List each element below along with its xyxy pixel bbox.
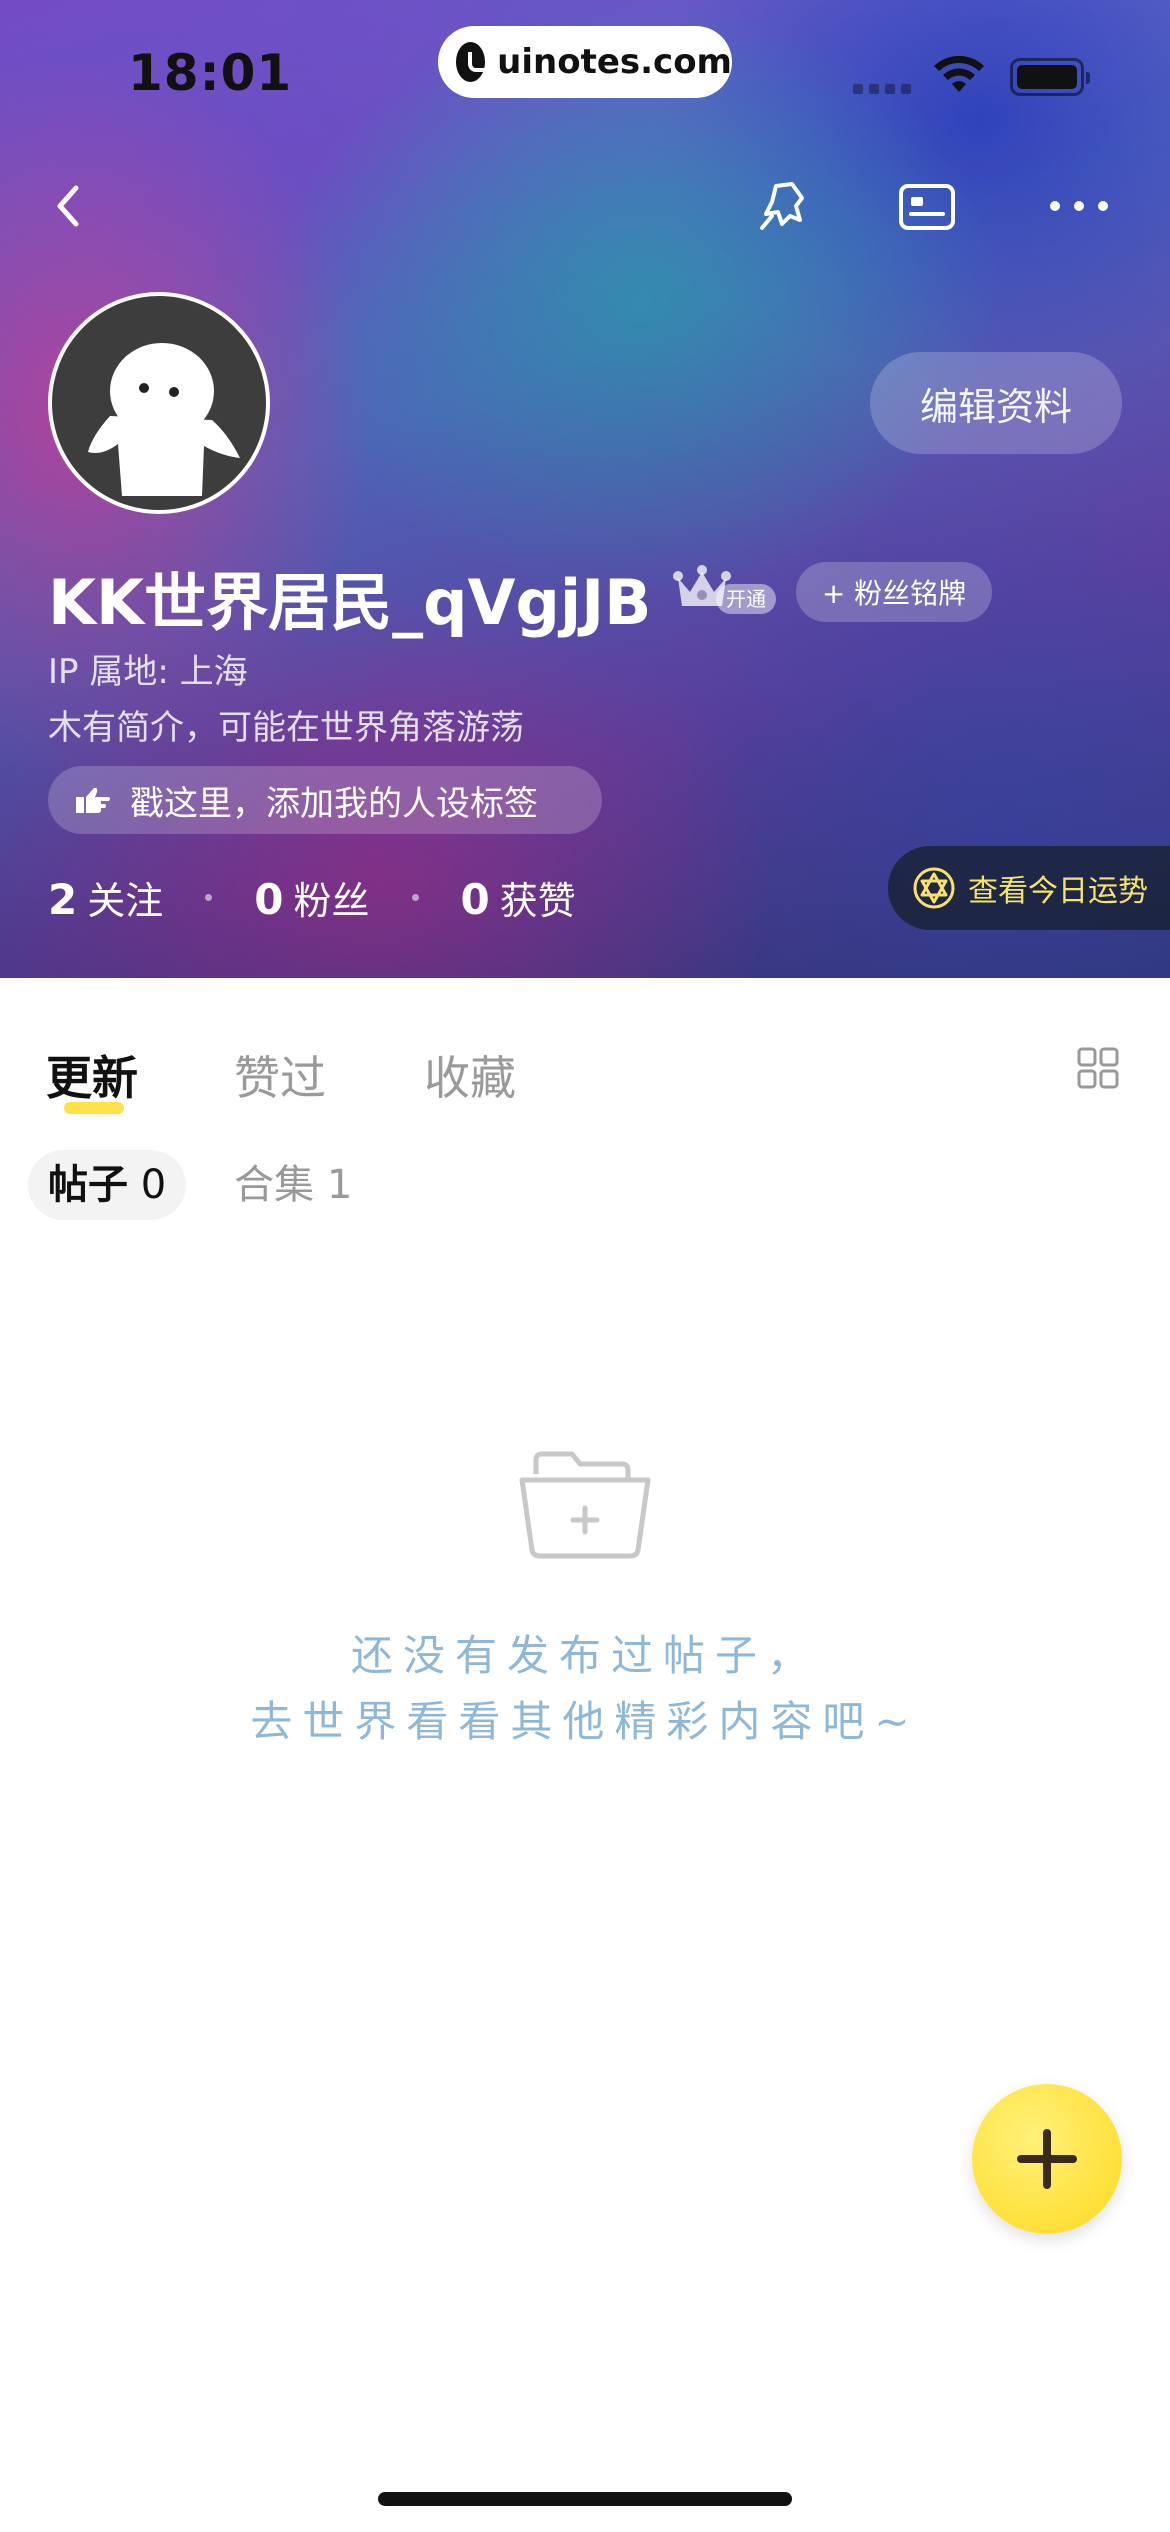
empty-message-line1: 还没有发布过帖子， xyxy=(350,1631,819,1680)
bio: 木有简介，可能在世界角落游荡 xyxy=(48,708,524,748)
daily-fortune-button[interactable]: 查看今日运势 xyxy=(888,846,1170,930)
subtab-count: 1 xyxy=(326,1162,353,1208)
wifi-icon xyxy=(934,56,984,92)
stat-label: 获赞 xyxy=(499,879,576,923)
fan-badge-button[interactable]: + 粉丝铭牌 xyxy=(796,562,992,622)
stat-number: 0 xyxy=(460,875,490,924)
cellular-signal-icon xyxy=(853,84,911,94)
edit-profile-button[interactable]: 编辑资料 xyxy=(870,352,1122,454)
avatar[interactable] xyxy=(48,292,270,514)
subtab-posts[interactable]: 帖子 0 xyxy=(28,1150,187,1220)
pin-icon[interactable] xyxy=(752,176,812,236)
profile-page: 18:01 uinotes.com 编辑资料 KK世界居民_qVgjJB 开通 … xyxy=(0,0,1170,2532)
home-indicator xyxy=(378,2492,792,2506)
stat-label: 关注 xyxy=(87,879,164,923)
grid-view-icon[interactable] xyxy=(1076,1046,1120,1090)
tab-updates[interactable]: 更新 xyxy=(46,1042,138,1108)
username: KK世界居民_qVgjJB xyxy=(48,566,652,639)
vip-crown-badge[interactable]: 开通 xyxy=(672,562,782,618)
subtab-label: 合集 xyxy=(234,1162,315,1208)
profile-header: 18:01 uinotes.com 编辑资料 KK世界居民_qVgjJB 开通 … xyxy=(0,0,1170,978)
subtab-label: 帖子 xyxy=(48,1162,128,1208)
back-button[interactable] xyxy=(42,178,98,234)
add-persona-tag-button[interactable]: 戳这里，添加我的人设标签 xyxy=(48,766,602,834)
pointing-hand-icon xyxy=(76,787,110,813)
stat-likes[interactable]: 0 获赞 xyxy=(461,870,576,925)
stat-number: 0 xyxy=(254,875,284,924)
avatar-character-icon xyxy=(88,343,240,496)
url-pill: uinotes.com xyxy=(438,26,732,98)
ip-location: IP 属地: 上海 xyxy=(48,652,248,692)
tab-liked[interactable]: 赞过 xyxy=(234,1042,326,1108)
empty-message-line2: 去世界看看其他精彩内容吧~ xyxy=(250,1697,920,1746)
stat-following[interactable]: 2 关注 xyxy=(48,870,163,925)
fortune-label: 查看今日运势 xyxy=(968,874,1148,909)
vip-tag: 开通 xyxy=(716,584,776,614)
create-post-button[interactable] xyxy=(972,2084,1122,2234)
uinotes-logo-icon xyxy=(456,42,493,82)
stats-row: 2 关注 0 粉丝 0 获赞 xyxy=(48,870,576,925)
content-tabs: 更新 赞过 收藏 xyxy=(0,1030,1170,1140)
separator-dot xyxy=(205,894,213,901)
folder-plus-icon xyxy=(519,1451,651,1559)
active-tab-indicator xyxy=(64,1102,124,1114)
more-button[interactable] xyxy=(1050,196,1108,216)
id-card-button[interactable] xyxy=(898,182,956,232)
tab-favorites[interactable]: 收藏 xyxy=(424,1042,516,1108)
tag-prompt: 戳这里，添加我的人设标签 xyxy=(130,783,538,824)
stat-followers[interactable]: 0 粉丝 xyxy=(254,870,369,925)
separator-dot xyxy=(411,894,419,901)
battery-icon xyxy=(1010,58,1090,96)
subtab-count: 0 xyxy=(140,1162,167,1208)
subtab-collections[interactable]: 合集 1 xyxy=(234,1150,352,1220)
stat-label: 粉丝 xyxy=(293,879,370,923)
status-time: 18:01 xyxy=(128,44,293,102)
star-of-david-icon xyxy=(913,867,955,909)
sub-tabs: 帖子 0 合集 1 xyxy=(28,1150,352,1220)
url-text: uinotes.com xyxy=(497,42,732,82)
stat-number: 2 xyxy=(48,875,78,924)
